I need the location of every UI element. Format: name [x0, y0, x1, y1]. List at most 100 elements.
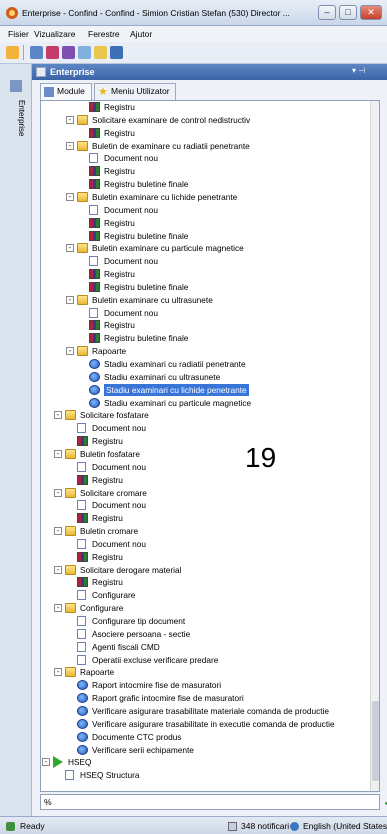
minimize-button[interactable]: –	[318, 5, 336, 20]
network-icon[interactable]	[10, 80, 22, 92]
tree-item[interactable]: Document nou	[41, 499, 361, 511]
collapse-toggle-icon[interactable]: -	[54, 668, 62, 677]
collapse-toggle-icon[interactable]: -	[66, 192, 74, 201]
module-tree[interactable]: 19 Registru - Solicitare examinare de cont…	[40, 100, 380, 792]
tree-item[interactable]: - Rapoarte	[41, 666, 361, 678]
collapse-toggle-icon[interactable]: -	[66, 115, 74, 124]
notifications-icon[interactable]	[228, 822, 237, 831]
tree-item[interactable]: - Configurare	[41, 602, 361, 614]
tree-item[interactable]: Document nou	[41, 461, 361, 473]
tree-item-label: Registru	[104, 127, 135, 138]
menu-fisier[interactable]: Fisier	[8, 29, 29, 39]
collapse-toggle-icon[interactable]: -	[42, 758, 50, 767]
tab-module[interactable]: Module	[40, 83, 92, 100]
tree-item[interactable]: Document nou	[41, 422, 361, 434]
document-icon	[77, 423, 86, 434]
tree-item[interactable]: Stadiu examinari cu lichide penetrante	[41, 383, 361, 396]
tree-item[interactable]: - Buletin de examinare cu radiatii penetr…	[41, 140, 361, 152]
light-bulb-icon[interactable]	[94, 46, 107, 59]
report-icon	[77, 705, 88, 716]
collapse-toggle-icon[interactable]: -	[54, 565, 62, 574]
tree-item[interactable]: Registru	[41, 127, 361, 139]
tree-item[interactable]: - Rapoarte	[41, 345, 361, 357]
tree-item[interactable]: Stadiu examinari cu radiatii penetrante	[41, 358, 361, 370]
tree-item[interactable]: - Buletin examinare cu ultrasunete	[41, 294, 361, 306]
tree-item[interactable]: HSEQ Structura	[41, 769, 361, 781]
collapse-toggle-icon[interactable]: -	[54, 604, 62, 613]
tree-item[interactable]: Raport grafic intocmire fise de masurato…	[41, 692, 361, 704]
collapse-toggle-icon[interactable]: -	[66, 141, 74, 150]
tab-meniu-utilizator[interactable]: ★ Meniu Utilizator	[94, 83, 176, 100]
tree-item[interactable]: Registru buletine finale	[41, 230, 361, 242]
tree-item[interactable]: - Solicitare derogare material	[41, 564, 361, 576]
tree-item[interactable]: Document nou	[41, 255, 361, 267]
maximize-button[interactable]: □	[339, 5, 357, 20]
tree-item[interactable]: Document nou	[41, 307, 361, 319]
tree-item[interactable]: - Buletin examinare cu particule magnetic…	[41, 242, 361, 254]
status-notifications[interactable]: 348 notificari	[241, 821, 289, 831]
panel-pin-button[interactable]: ▾ ⊣	[352, 66, 365, 75]
confirm-check-icon[interactable]: ✓	[383, 794, 387, 810]
tree-item[interactable]: Registru	[41, 512, 361, 524]
window-icon[interactable]	[78, 46, 91, 59]
tree-item[interactable]: Configurare tip document	[41, 615, 361, 627]
tree-item-label: Solicitare derogare material	[80, 564, 182, 575]
tree-item[interactable]: - Solicitare examinare de control nedistr…	[41, 114, 361, 126]
tree-item[interactable]: Document nou	[41, 538, 361, 550]
modules-icon[interactable]	[30, 46, 43, 59]
tree-item[interactable]: Document nou	[41, 204, 361, 216]
status-language[interactable]: English (United States)	[303, 821, 387, 831]
tree-item[interactable]: Registru	[41, 268, 361, 280]
tree-item[interactable]: Asociere persoana - sectie	[41, 628, 361, 640]
checkmark-icon[interactable]	[62, 46, 75, 59]
tree-item[interactable]: - Solicitare fosfatare	[41, 409, 361, 421]
tree-item[interactable]: Agenti fiscali CMD	[41, 641, 361, 653]
collapse-toggle-icon[interactable]: -	[66, 295, 74, 304]
collapse-toggle-icon[interactable]: -	[54, 488, 62, 497]
tree-item[interactable]: - HSEQ	[41, 756, 361, 769]
tree-item[interactable]: Operatii excluse verificare predare	[41, 654, 361, 666]
tree-item[interactable]: Registru	[41, 217, 361, 229]
tree-item[interactable]: - Buletin cromare	[41, 525, 361, 537]
menu-ajutor[interactable]: Ajutor	[130, 29, 152, 39]
tree-item[interactable]: - Buletin fosfatare	[41, 448, 361, 460]
tree-item[interactable]: Raport intocmire fise de masuratori	[41, 679, 361, 691]
collapse-toggle-icon[interactable]: -	[66, 347, 74, 356]
tree-item[interactable]: Registru	[41, 551, 361, 563]
tree-item[interactable]: - Buletin examinare cu lichide penetrante	[41, 191, 361, 203]
tree-item[interactable]: Configurare	[41, 589, 361, 601]
tree-item[interactable]: Registru	[41, 165, 361, 177]
home-icon[interactable]	[6, 46, 19, 59]
collapse-toggle-icon[interactable]: -	[54, 527, 62, 536]
tree-item[interactable]: Registru buletine finale	[41, 281, 361, 293]
save-icon[interactable]	[110, 46, 123, 59]
search-input[interactable]	[41, 795, 379, 809]
report-icon	[77, 744, 88, 755]
tree-item[interactable]: Registru	[41, 435, 361, 447]
users-icon[interactable]	[46, 46, 59, 59]
tree-item[interactable]: Registru	[41, 101, 361, 113]
tree-item[interactable]: - Solicitare cromare	[41, 487, 361, 499]
tree-item[interactable]: Verificare serii echipamente	[41, 744, 361, 756]
collapse-toggle-icon[interactable]: -	[66, 244, 74, 253]
tree-item[interactable]: Registru buletine finale	[41, 332, 361, 344]
tree-item[interactable]: Documente CTC produs	[41, 731, 361, 743]
scrollbar-thumb[interactable]	[372, 701, 379, 781]
tree-item[interactable]: Verificare asigurare trasabilitate mater…	[41, 705, 361, 717]
tree-item[interactable]: Registru	[41, 576, 361, 588]
tree-item-label: Configurare	[92, 590, 136, 601]
vertical-scrollbar[interactable]	[370, 101, 379, 791]
collapse-toggle-icon[interactable]: -	[54, 449, 62, 458]
tree-item[interactable]: Document nou	[41, 152, 361, 164]
menu-ferestre[interactable]: Ferestre	[88, 29, 120, 39]
tree-item[interactable]: Registru buletine finale	[41, 178, 361, 190]
close-button[interactable]: ✕	[360, 5, 382, 20]
tree-item[interactable]: Verificare asigurare trasabilitate in ex…	[41, 718, 361, 730]
menu-vizualizare[interactable]: Vizualizare	[34, 29, 75, 39]
tree-item[interactable]: Registru	[41, 319, 361, 331]
collapse-toggle-icon[interactable]: -	[54, 411, 62, 420]
tree-item[interactable]: Registru	[41, 474, 361, 486]
tree-item[interactable]: Stadiu examinari cu particule magnetice	[41, 397, 361, 409]
sidebar-label[interactable]: Enterprise	[17, 100, 26, 136]
tree-item[interactable]: Stadiu examinari cu ultrasunete	[41, 371, 361, 383]
